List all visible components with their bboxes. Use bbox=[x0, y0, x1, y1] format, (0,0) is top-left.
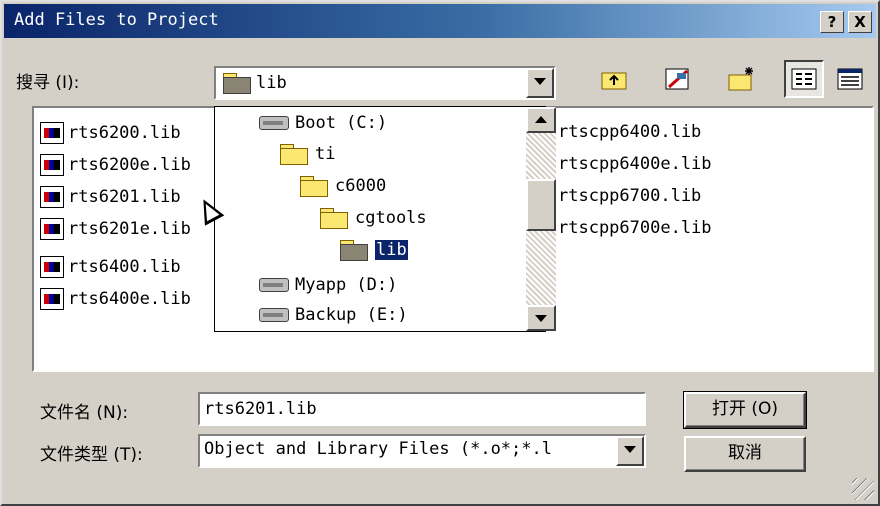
close-button[interactable]: X bbox=[848, 11, 872, 33]
lib-file-icon bbox=[40, 122, 64, 144]
filetype-dropdown-button[interactable] bbox=[616, 436, 644, 466]
folder-icon bbox=[299, 175, 329, 197]
folder-icon bbox=[279, 143, 309, 165]
open-button[interactable]: 打开 (O) bbox=[683, 391, 807, 429]
lib-file-icon bbox=[40, 218, 64, 240]
resize-grip-icon[interactable] bbox=[852, 478, 874, 500]
filetype-label: 文件类型 (T): bbox=[40, 445, 143, 465]
dropdown-item-drive-d[interactable]: Myapp (D:) bbox=[259, 275, 397, 295]
look-in-dropdown-button[interactable] bbox=[526, 68, 554, 98]
up-folder-button[interactable] bbox=[594, 60, 634, 98]
lib-file-icon bbox=[40, 256, 64, 278]
file-item[interactable]: rtscpp6700e.lib bbox=[558, 218, 712, 238]
lib-file-icon bbox=[40, 186, 64, 208]
details-view-button[interactable] bbox=[830, 60, 870, 98]
new-folder-icon bbox=[728, 67, 753, 91]
file-item[interactable]: rts6400e.lib bbox=[40, 288, 191, 310]
hard-drive-icon bbox=[259, 278, 289, 292]
look-in-label: 搜寻 (I): bbox=[16, 73, 80, 93]
add-files-dialog: Add Files to Project ? X 搜寻 (I): lib rts… bbox=[0, 0, 880, 506]
desktop-icon bbox=[665, 68, 689, 90]
list-view-button[interactable] bbox=[784, 60, 824, 98]
look-in-combo[interactable]: lib bbox=[214, 66, 556, 100]
file-item[interactable]: rtscpp6400.lib bbox=[558, 122, 701, 142]
file-item[interactable]: rtscpp6700.lib bbox=[558, 186, 701, 206]
dropdown-item-drive-e[interactable]: Backup (E:) bbox=[259, 305, 408, 325]
lib-file-icon bbox=[40, 154, 64, 176]
filename-label: 文件名 (N): bbox=[40, 403, 129, 423]
file-item[interactable]: rts6200.lib bbox=[40, 122, 181, 144]
filetype-combo[interactable]: Object and Library Files (*.o*;*.l bbox=[198, 434, 646, 468]
look-in-value: lib bbox=[256, 73, 287, 93]
dropdown-item-ti[interactable]: ti bbox=[279, 143, 335, 165]
hard-drive-icon bbox=[259, 116, 289, 130]
look-in-dropdown-list[interactable]: Boot (C:) ti c6000 cgtools lib Myapp (D:… bbox=[214, 106, 546, 332]
help-button[interactable]: ? bbox=[820, 11, 844, 33]
dropdown-item-lib[interactable]: lib bbox=[339, 239, 408, 261]
title-bar[interactable]: Add Files to Project ? X bbox=[4, 4, 876, 38]
file-item[interactable]: rts6201e.lib bbox=[40, 218, 191, 240]
up-folder-icon bbox=[601, 72, 627, 90]
filename-input[interactable]: rts6201.lib bbox=[198, 392, 646, 426]
dropdown-item-cgtools[interactable]: cgtools bbox=[319, 207, 427, 229]
scroll-up-button[interactable] bbox=[526, 107, 556, 133]
file-item[interactable]: rts6400.lib bbox=[40, 256, 181, 278]
new-folder-button[interactable] bbox=[722, 60, 762, 98]
file-item[interactable]: rts6200e.lib bbox=[40, 154, 191, 176]
list-view-icon bbox=[791, 68, 817, 90]
open-folder-icon bbox=[222, 72, 252, 94]
window-title: Add Files to Project bbox=[14, 10, 219, 30]
dropdown-scrollbar[interactable] bbox=[526, 107, 556, 331]
scroll-thumb[interactable] bbox=[526, 179, 556, 231]
folder-icon bbox=[319, 207, 349, 229]
dropdown-item-c6000[interactable]: c6000 bbox=[299, 175, 386, 197]
details-view-icon bbox=[837, 68, 863, 90]
file-item[interactable]: rtscpp6400e.lib bbox=[558, 154, 712, 174]
dropdown-item-drive-c[interactable]: Boot (C:) bbox=[259, 113, 387, 133]
file-item[interactable]: rts6201.lib bbox=[40, 186, 181, 208]
desktop-button[interactable] bbox=[658, 60, 698, 98]
cancel-button[interactable]: 取消 bbox=[684, 436, 806, 472]
hard-drive-icon bbox=[259, 308, 289, 322]
open-folder-icon bbox=[339, 239, 369, 261]
filetype-value: Object and Library Files (*.o*;*.l bbox=[204, 439, 552, 459]
scroll-down-button[interactable] bbox=[526, 305, 556, 331]
lib-file-icon bbox=[40, 288, 64, 310]
